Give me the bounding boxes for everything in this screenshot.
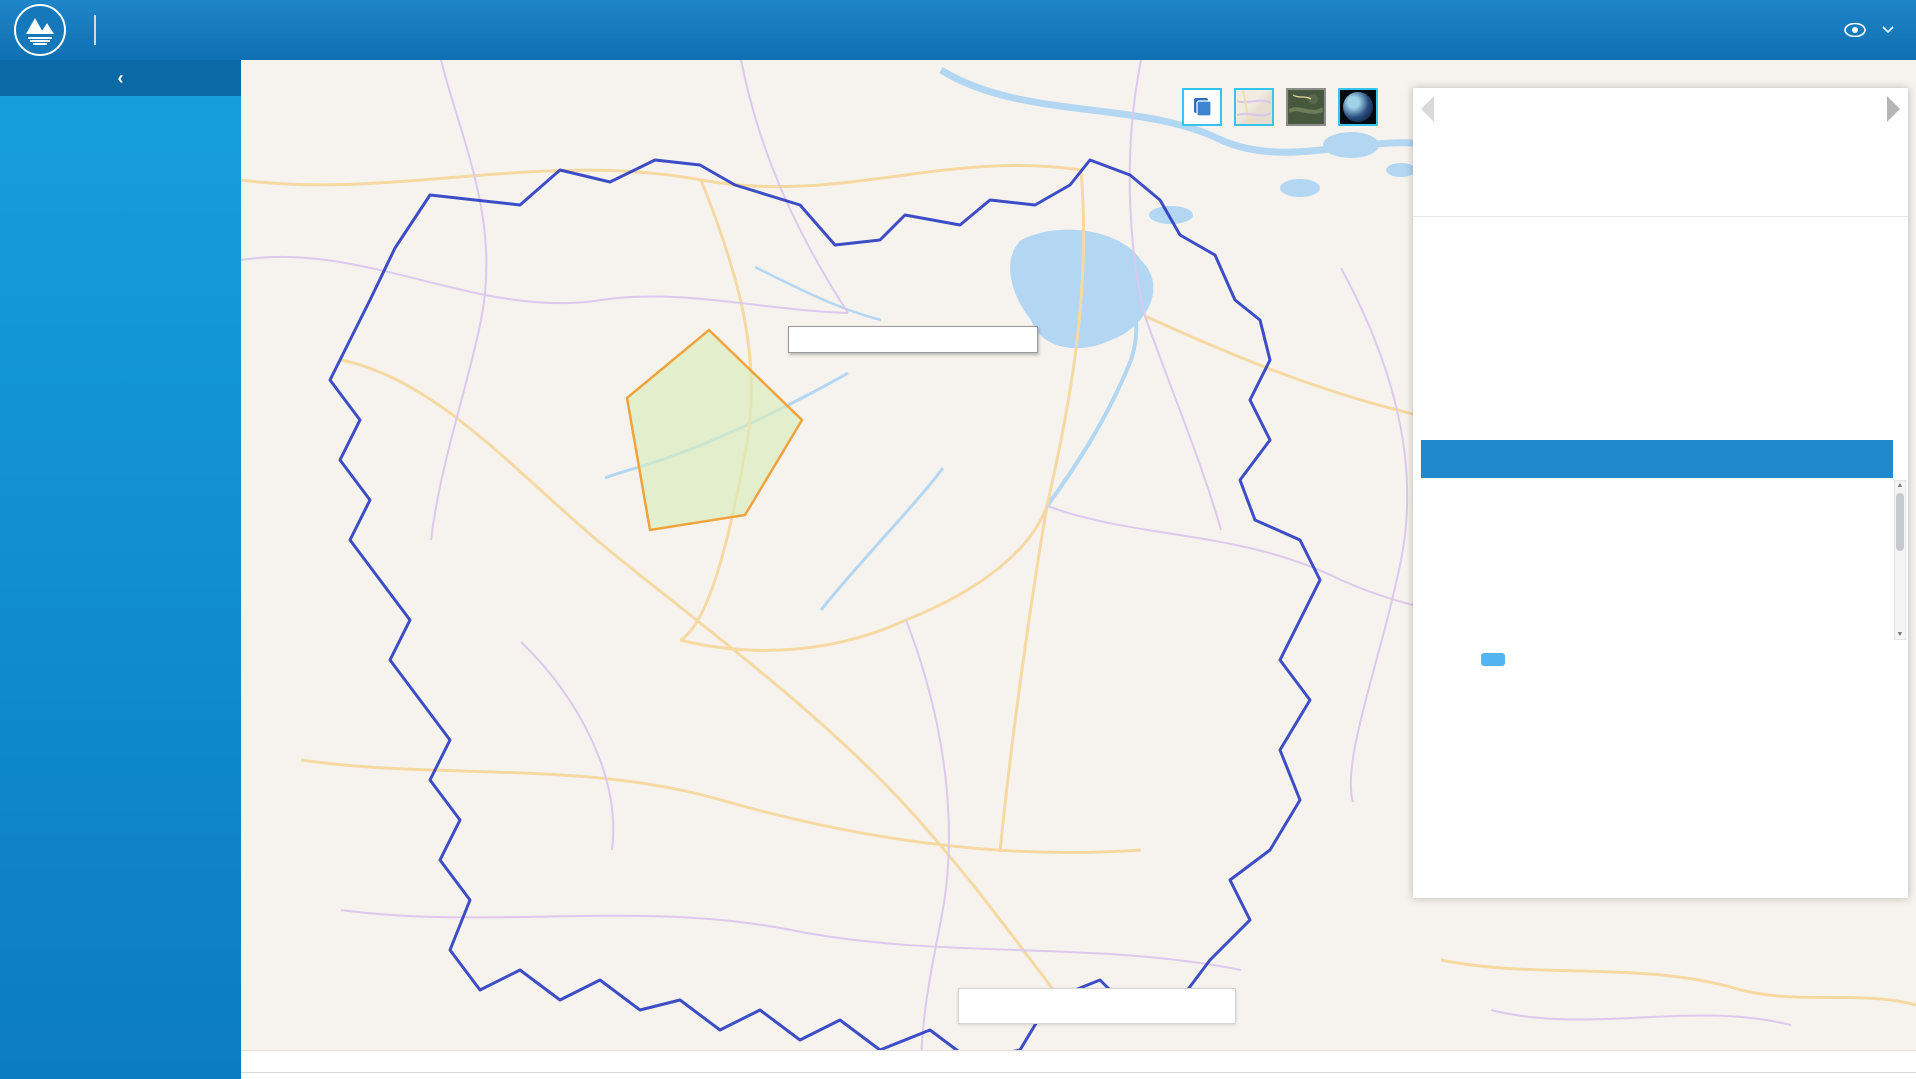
sidebar-collapse-button[interactable]: ‹ <box>0 60 241 96</box>
globe-thumb <box>1343 92 1373 122</box>
scroll-down-icon[interactable]: ▼ <box>1895 631 1905 638</box>
measure-polygon <box>627 330 802 530</box>
scroll-up-icon[interactable]: ▲ <box>1895 482 1905 489</box>
street-basemap-button[interactable] <box>1234 88 1274 126</box>
mountain-logo-icon <box>20 10 60 50</box>
legend-swatch <box>1481 653 1505 666</box>
map-toolbar <box>958 988 1236 1024</box>
sidebar: ‹ <box>0 60 241 1079</box>
layers-icon <box>1190 95 1214 119</box>
app-root: ‹ ▲ ▼ <box>0 0 1916 1079</box>
scrollbar-thumb[interactable] <box>1896 493 1904 551</box>
year-selector <box>1413 88 1908 132</box>
satellite-basemap-button[interactable] <box>1286 88 1326 126</box>
table-scrollbar[interactable]: ▲ ▼ <box>1894 480 1906 640</box>
year-prev-arrow[interactable] <box>1421 96 1434 122</box>
map-bottom-line <box>241 1072 1916 1073</box>
cursor-coordinates <box>249 1017 257 1032</box>
province-boundary <box>330 160 1320 1060</box>
stats-table-header <box>1421 440 1893 478</box>
chart-header <box>1421 645 1900 673</box>
app-header <box>0 0 1916 60</box>
chart-legend <box>1481 653 1511 666</box>
app-logo <box>14 4 66 56</box>
header-divider <box>94 15 96 45</box>
year-next-arrow[interactable] <box>1887 96 1900 122</box>
basemap-switcher <box>1182 88 1378 126</box>
stats-table-body <box>1421 478 1893 640</box>
survey-bar-chart <box>1413 683 1908 898</box>
stats-panel: ▲ ▼ <box>1413 88 1908 898</box>
user-menu[interactable] <box>1844 0 1894 60</box>
street-basemap-thumb <box>1237 91 1271 123</box>
region-selects <box>1413 133 1908 163</box>
globe-basemap-button[interactable] <box>1338 88 1378 126</box>
area-tooltip <box>788 326 1038 353</box>
map-bottom-strip <box>241 1050 1916 1079</box>
eye-icon <box>1844 23 1866 37</box>
layers-button[interactable] <box>1182 88 1222 126</box>
satellite-basemap-thumb <box>1289 91 1323 123</box>
chevron-down-icon <box>1882 26 1894 34</box>
stat-tabs <box>1413 172 1908 217</box>
